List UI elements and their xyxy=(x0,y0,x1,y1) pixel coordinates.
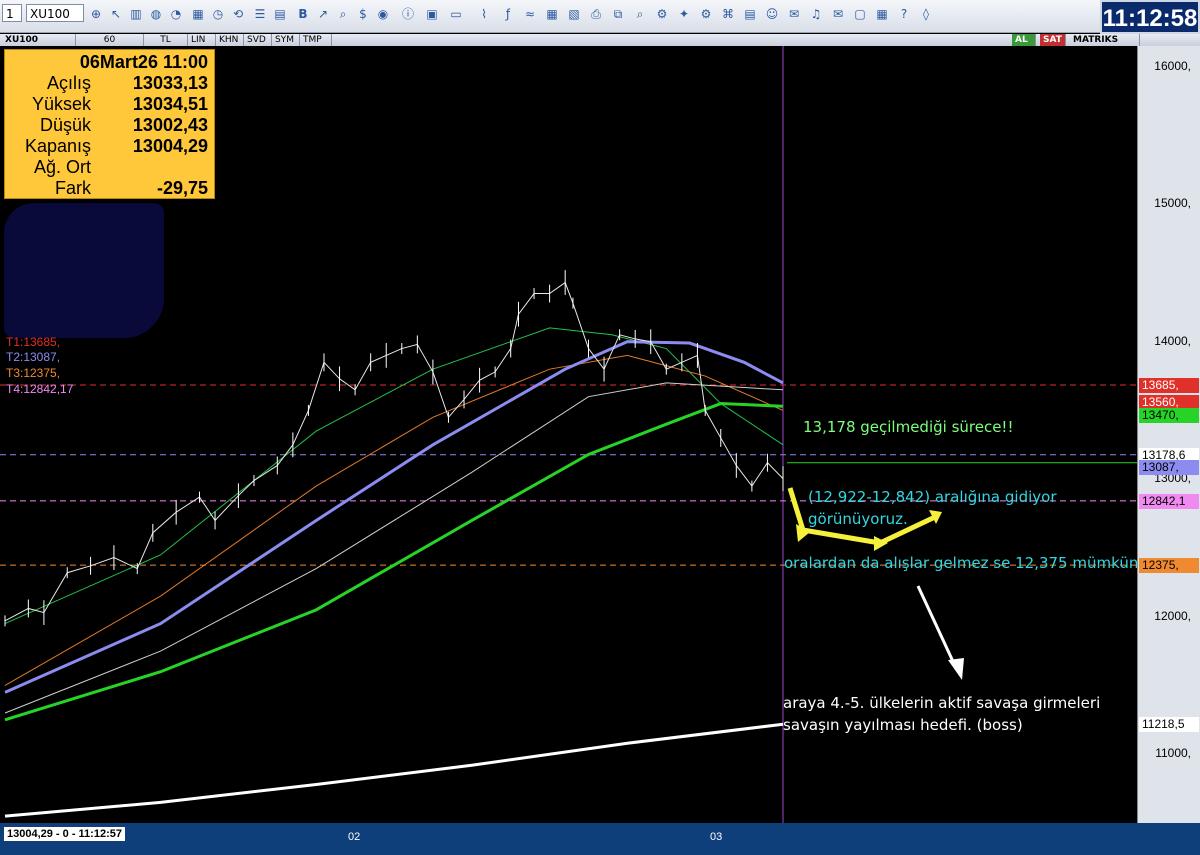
y-axis[interactable]: 16000, 15000, 14000, 13000, 12000, 11000, xyxy=(1137,46,1200,823)
price-label-12842: 12842,1 xyxy=(1139,493,1199,509)
price-label-13685: 13685, xyxy=(1139,377,1199,393)
redacted-overlay xyxy=(4,203,164,338)
y-tick-label: 15000, xyxy=(1154,196,1191,211)
annotation-range-1: (12,922-12,842) aralığına gidiyor xyxy=(808,488,1057,506)
target-t4: T4:12842,17 xyxy=(6,382,74,396)
target-t1: T1:13685, xyxy=(6,335,61,349)
price-label-11218: 11218,5 xyxy=(1139,717,1199,733)
price-label-13087: 13087, xyxy=(1139,460,1199,476)
info-date: 06Mart26 11:00 xyxy=(79,52,208,72)
annotation-support: oralardan da alışlar gelmez se 12,375 mü… xyxy=(784,554,1139,572)
value-open: 13033,13 xyxy=(132,73,208,93)
annotation-target-1: araya 4.-5. ülkelerin aktif savaşa girme… xyxy=(783,694,1101,712)
label-low: Düşük xyxy=(39,115,91,135)
ohlc-info-box: 06Mart26 11:00 Açılış 13033,13 Yüksek 1303… xyxy=(4,49,215,199)
annotation-range-2: görünüyoruz. xyxy=(808,510,908,528)
label-close: Kapanış xyxy=(24,136,91,156)
price-label-12375: 12375, xyxy=(1139,558,1199,574)
label-high: Yüksek xyxy=(31,94,91,114)
y-tick-label: 14000, xyxy=(1154,333,1191,348)
y-tick-label: 11000, xyxy=(1155,746,1191,761)
y-tick-label: 16000, xyxy=(1154,58,1191,73)
status-bar: 13004,29 - 0 - 11:12:57 xyxy=(4,827,125,841)
x-label-03: 03 xyxy=(710,831,723,843)
value-close: 13004,29 xyxy=(132,136,208,156)
value-low: 13002,43 xyxy=(132,115,208,135)
annotation-resistance: 13,178 geçilmediği sürece!! xyxy=(803,418,1014,436)
x-axis[interactable] xyxy=(0,823,1200,855)
annotation-target-2: savaşın yayılması hedefi. (boss) xyxy=(783,716,1023,734)
label-diff: Fark xyxy=(55,178,91,198)
x-label-02: 02 xyxy=(348,831,361,843)
value-diff: -29,75 xyxy=(156,178,208,198)
label-avg: Ağ. Ort xyxy=(33,157,91,177)
value-high: 13034,51 xyxy=(132,94,208,114)
price-label-13470: 13470, xyxy=(1139,407,1199,423)
target-t3: T3:12375, xyxy=(6,366,61,380)
y-tick-label: 12000, xyxy=(1154,608,1191,623)
label-open: Açılış xyxy=(46,73,91,93)
target-t2: T2:13087, xyxy=(6,350,61,364)
